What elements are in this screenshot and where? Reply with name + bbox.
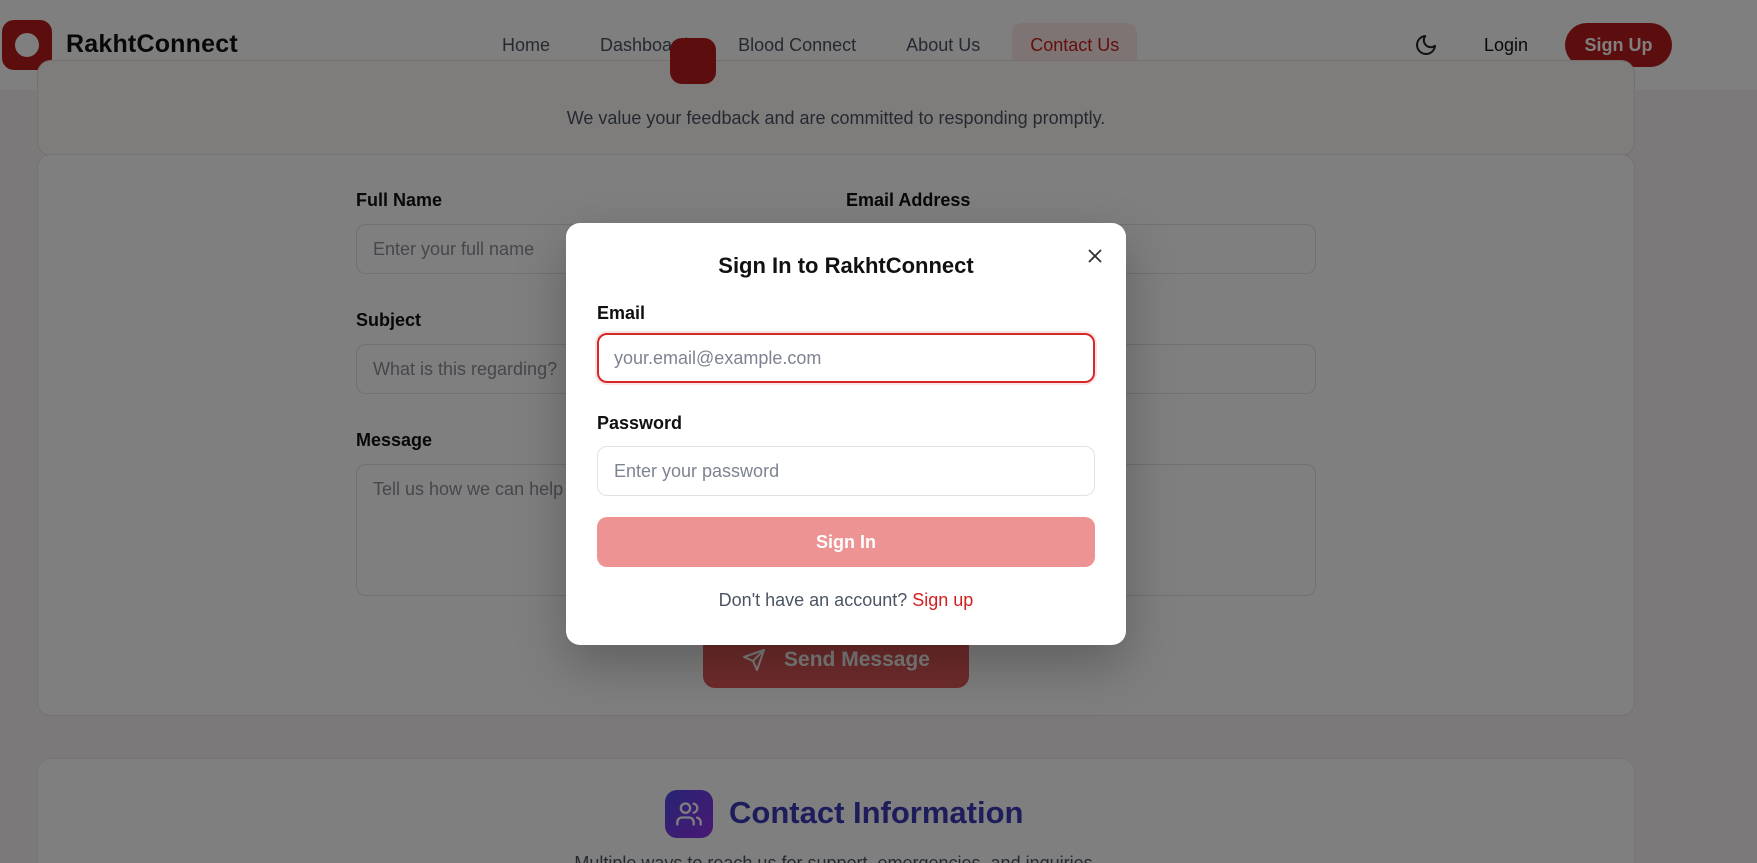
password-input[interactable] — [597, 446, 1095, 496]
password-label: Password — [597, 413, 683, 433]
close-icon[interactable] — [1084, 245, 1106, 267]
signup-prompt: Don't have an account? Sign up — [566, 590, 1126, 611]
signup-prompt-text: Don't have an account? — [718, 590, 908, 610]
signup-link[interactable]: Sign up — [912, 590, 973, 610]
email-label: Email — [597, 303, 646, 323]
modal-title: Sign In to RakhtConnect — [718, 253, 974, 278]
sign-in-button[interactable]: Sign In — [597, 517, 1095, 567]
email-input[interactable] — [597, 333, 1095, 383]
sign-in-modal: Sign In to RakhtConnect Email Password S… — [566, 223, 1126, 645]
